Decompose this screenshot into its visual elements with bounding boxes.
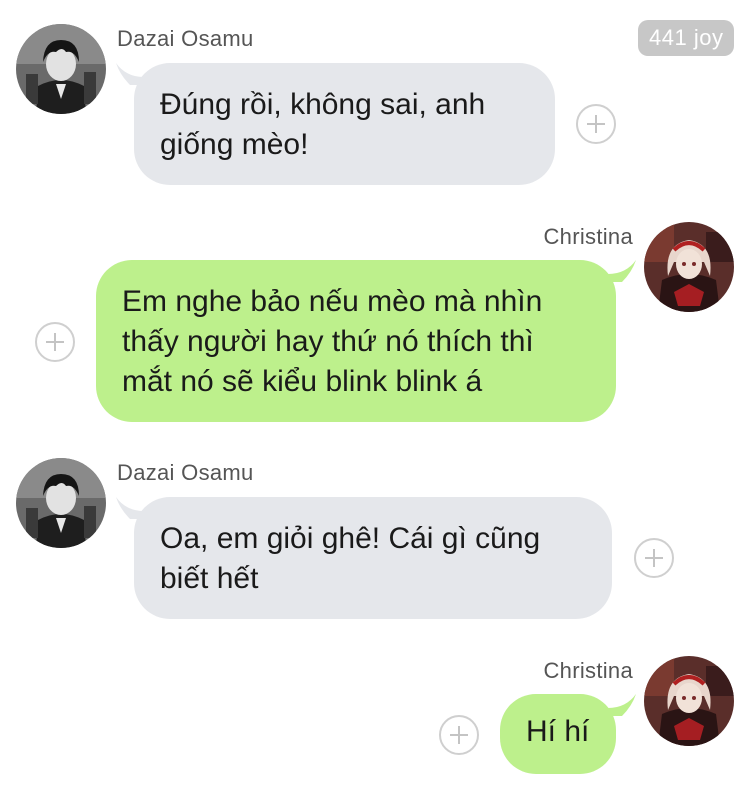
message-bubble[interactable]: Đúng rồi, không sai, anh giống mèo!: [134, 63, 555, 185]
joy-count-badge: 441 joy: [638, 20, 735, 56]
sender-name: Christina: [543, 658, 633, 683]
message-line: giống mèo!: [160, 128, 309, 161]
dazai-avatar[interactable]: [16, 24, 106, 114]
message-line: biết hết: [160, 562, 259, 595]
plus-circle-icon[interactable]: [576, 104, 616, 144]
plus-circle-icon[interactable]: [439, 715, 479, 755]
bubble-tail: [608, 694, 636, 716]
message-line: Hí hí: [526, 715, 590, 748]
christina-avatar[interactable]: [644, 656, 734, 746]
sender-name: Dazai Osamu: [117, 26, 254, 51]
sender-name: Christina: [543, 224, 633, 249]
dazai-avatar[interactable]: [16, 458, 106, 548]
message-bubble[interactable]: Oa, em giỏi ghê! Cái gì cũng biết hết: [134, 497, 612, 619]
message-line: Đúng rồi, không sai, anh: [160, 88, 486, 121]
plus-circle-icon[interactable]: [35, 322, 75, 362]
message-bubble[interactable]: Em nghe bảo nếu mèo mà nhìn thấy người h…: [96, 260, 616, 422]
message-line: thấy người hay thứ nó thích thì: [122, 325, 534, 358]
message-bubble[interactable]: Hí hí: [500, 694, 616, 774]
sender-name: Dazai Osamu: [117, 460, 254, 485]
plus-circle-icon[interactable]: [634, 538, 674, 578]
message-line: Oa, em giỏi ghê! Cái gì cũng: [160, 522, 541, 555]
message-line: Em nghe bảo nếu mèo mà nhìn: [122, 285, 543, 318]
bubble-tail: [608, 260, 636, 282]
christina-avatar[interactable]: [644, 222, 734, 312]
message-line: mắt nó sẽ kiểu blink blink á: [122, 365, 483, 398]
